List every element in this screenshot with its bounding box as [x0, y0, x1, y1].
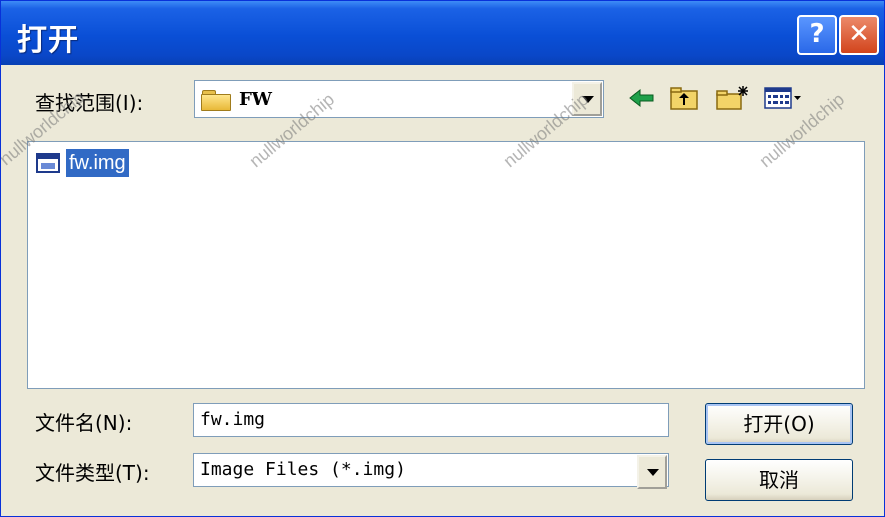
lookin-combobox[interactable]: FW: [194, 80, 604, 118]
file-list[interactable]: fw.img: [27, 141, 865, 389]
view-menu-icon[interactable]: [763, 85, 803, 111]
window-title: 打开: [17, 23, 79, 58]
filetype-select[interactable]: Image Files (*.img): [193, 453, 669, 489]
filename-input[interactable]: fw.img: [193, 403, 669, 437]
cancel-button[interactable]: 取消: [705, 459, 853, 501]
open-file-dialog: 打开 ? ✕ 查找范围(I): FW fw.img 文件名(N): fw.img…: [0, 0, 885, 517]
lookin-value: FW: [239, 89, 272, 110]
new-folder-icon[interactable]: [715, 85, 751, 111]
filetype-value: Image Files (*.img): [200, 459, 406, 480]
filetype-dropdown-button[interactable]: [637, 455, 667, 489]
back-arrow-icon[interactable]: [627, 85, 657, 111]
close-button[interactable]: ✕: [839, 15, 879, 55]
disk-image-icon: [36, 153, 60, 173]
open-button[interactable]: 打开(O): [705, 403, 853, 445]
filetype-label: 文件类型(T):: [35, 461, 150, 485]
file-item-name: fw.img: [66, 149, 129, 177]
title-bar[interactable]: 打开 ? ✕: [1, 1, 884, 65]
help-button[interactable]: ?: [797, 15, 837, 55]
up-folder-icon[interactable]: [669, 85, 699, 111]
filename-label: 文件名(N):: [35, 411, 133, 435]
folder-icon: [201, 90, 231, 111]
